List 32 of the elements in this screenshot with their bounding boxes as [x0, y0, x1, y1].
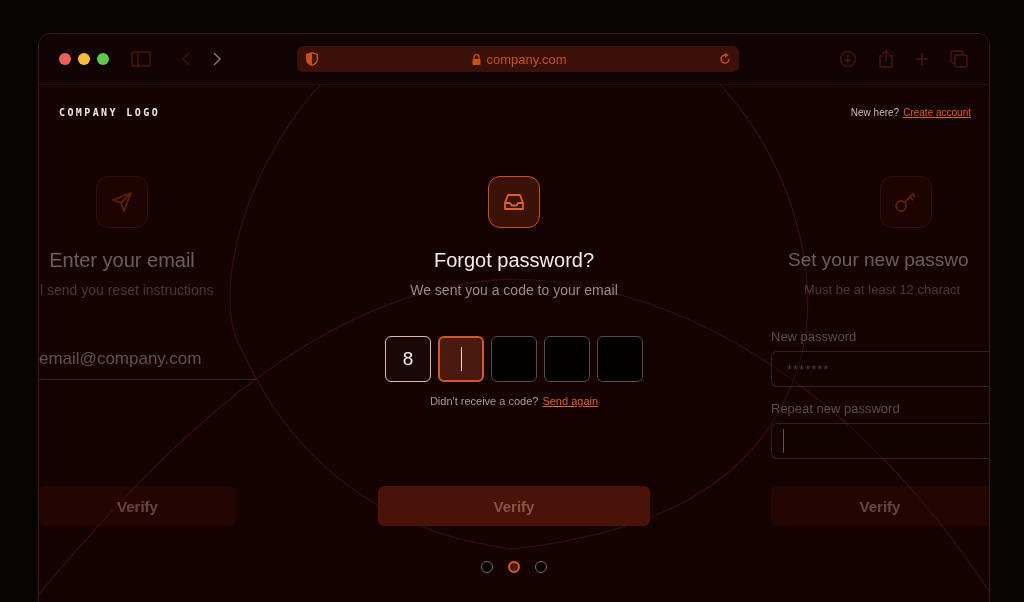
shield-icon[interactable]: [305, 51, 319, 67]
pagination-dot[interactable]: [508, 561, 520, 573]
paper-plane-icon: [110, 190, 134, 214]
step-title: Enter your email: [48, 248, 196, 272]
create-account-link[interactable]: Create account: [903, 106, 971, 118]
password-field[interactable]: *******: [771, 351, 989, 387]
minimize-window-button[interactable]: [78, 53, 90, 65]
resend-prompt: Didn't receive a code?: [429, 395, 539, 407]
reload-icon[interactable]: [719, 53, 731, 65]
new-here-text: New here?: [850, 106, 900, 118]
company-logo: COMPANY LOGO: [59, 106, 161, 118]
code-digit-field[interactable]: [438, 336, 484, 382]
email-field[interactable]: email@company.com: [39, 349, 257, 380]
field-label: New password: [771, 329, 858, 345]
step-title: Forgot password?: [433, 248, 595, 272]
code-digit-field[interactable]: 8: [385, 336, 431, 382]
code-digit-field[interactable]: [544, 336, 590, 382]
forward-chevron-icon[interactable]: [212, 51, 222, 67]
password-field[interactable]: [771, 423, 989, 459]
code-digit-field[interactable]: [491, 336, 537, 382]
address-bar[interactable]: company.com: [297, 46, 739, 72]
pagination-dot[interactable]: [481, 561, 493, 573]
code-digit-field[interactable]: [597, 336, 643, 382]
close-window-button[interactable]: [59, 53, 71, 65]
send-again-link[interactable]: Send again: [542, 395, 599, 407]
zoom-window-button[interactable]: [97, 53, 109, 65]
pagination-dot[interactable]: [535, 561, 547, 573]
step-subtitle: We sent you a code to your email: [410, 281, 618, 299]
lock-icon: [471, 53, 481, 65]
step-title: Set your new passwo: [787, 248, 970, 272]
field-label: Repeat new password: [771, 401, 901, 417]
url-text: company.com: [486, 51, 567, 67]
